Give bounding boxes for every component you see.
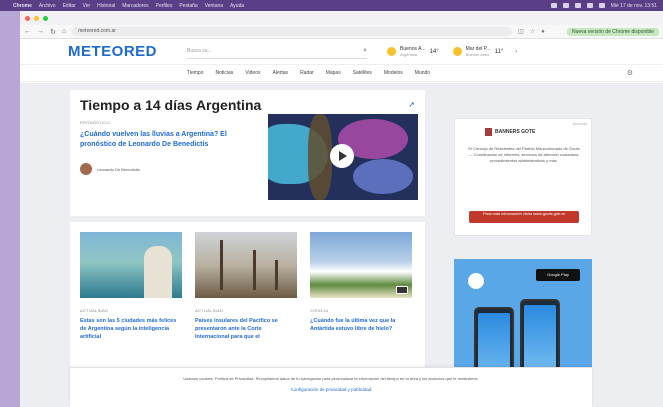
- nav-item[interactable]: Tiempo: [187, 70, 204, 76]
- nav-item[interactable]: Noticias: [216, 70, 234, 76]
- weather-widget-2[interactable]: Mar del P... Buenos Aires 11° ›: [452, 45, 517, 58]
- status-icon[interactable]: [562, 3, 569, 8]
- sun-icon: [452, 47, 462, 56]
- nav-item[interactable]: Mapas: [326, 70, 341, 76]
- search-icon[interactable]: ⌕: [363, 47, 367, 55]
- profile-icon[interactable]: ●: [541, 29, 545, 35]
- news-card[interactable]: ACTUALIDAD Estas son las 5 ciudades más …: [80, 232, 182, 341]
- page-title: Tiempo a 14 días Argentina: [80, 97, 262, 113]
- star-icon[interactable]: ☆: [530, 28, 535, 35]
- feature-card: Tiempo a 14 días Argentina ➚ PRONÓSTICO …: [70, 90, 425, 216]
- menu-item[interactable]: Perfiles: [156, 3, 173, 9]
- menu-item[interactable]: Ver: [83, 3, 91, 9]
- feature-headline-link[interactable]: ¿Cuándo vuelven las lluvias a Argentina?…: [80, 130, 260, 150]
- nav-item[interactable]: Modelos: [384, 70, 403, 76]
- news-image[interactable]: [195, 232, 297, 298]
- chevron-right-icon[interactable]: ›: [515, 49, 517, 55]
- menu-item[interactable]: Ayuda: [230, 3, 244, 9]
- weather-temp: 11°: [494, 48, 504, 55]
- play-icon[interactable]: [330, 144, 354, 168]
- ad-title: BANNERS GOTE: [495, 129, 536, 135]
- news-image[interactable]: [310, 232, 412, 298]
- avatar: [80, 163, 92, 175]
- nav-item[interactable]: Satélites: [353, 70, 372, 76]
- battery-icon[interactable]: [586, 3, 593, 8]
- menu-item[interactable]: Historial: [97, 3, 115, 9]
- sun-icon: [387, 47, 397, 56]
- news-title-link[interactable]: ¿Cuándo fue la última vez que la Antárti…: [310, 317, 412, 333]
- menu-item[interactable]: Editar: [63, 3, 76, 9]
- weather-region: Argentina: [400, 51, 418, 57]
- menu-item[interactable]: Pestaña: [179, 3, 197, 9]
- nav-item[interactable]: Alertas: [273, 70, 289, 76]
- menubar-clock[interactable]: Mié 17 de nov. 13:51: [611, 3, 657, 9]
- weather-temp: 14°: [429, 48, 439, 55]
- extension-icon[interactable]: ◫: [518, 28, 524, 35]
- minimize-window-button[interactable]: [34, 15, 39, 21]
- video-icon: [396, 286, 408, 294]
- weather-widget-1[interactable]: Buenos A... Argentina 14°: [387, 46, 439, 58]
- nav-item[interactable]: Mundo: [415, 70, 430, 76]
- menu-item[interactable]: Marcadores: [122, 3, 148, 9]
- news-title-link[interactable]: Estas son las 5 ciudades más felices de …: [80, 317, 182, 341]
- news-tag: CIENCIA: [310, 308, 329, 313]
- news-image[interactable]: [80, 232, 182, 298]
- site-header: METEORED Busca su... ⌕ Buenos A... Argent…: [20, 39, 663, 65]
- search-icon[interactable]: [598, 3, 605, 8]
- site-search[interactable]: Busca su... ⌕: [187, 45, 368, 59]
- page-content: Tiempo a 14 días Argentina ➚ PRONÓSTICO …: [20, 83, 663, 407]
- nav-item[interactable]: Videos: [245, 70, 260, 76]
- menu-item[interactable]: Ventana: [205, 3, 223, 9]
- author[interactable]: Leonardo De Benedictis: [80, 163, 140, 175]
- news-title-link[interactable]: Países insulares del Pacífico se present…: [195, 317, 297, 341]
- app-logo-icon: [468, 273, 484, 289]
- seal-icon: [485, 128, 492, 136]
- close-window-button[interactable]: [25, 15, 30, 21]
- search-input[interactable]: Busca su...: [187, 48, 212, 54]
- settings-icon[interactable]: ⚙: [627, 69, 633, 77]
- url-field[interactable]: meteored.com.ar: [72, 27, 513, 36]
- home-icon[interactable]: ⌂: [62, 28, 66, 35]
- status-icon[interactable]: [550, 3, 557, 8]
- news-tag: ACTUALIDAD: [195, 308, 224, 313]
- ad-cta-button[interactable]: Para más información visita www.gouts.go…: [469, 211, 579, 223]
- cookie-banner: Usamos cookies. Política de Privacidad. …: [70, 367, 592, 407]
- cookie-text: Usamos cookies. Política de Privacidad. …: [183, 376, 479, 381]
- back-icon[interactable]: ←: [24, 28, 31, 35]
- google-play-badge[interactable]: Google Play: [536, 269, 580, 281]
- tab-strip: [20, 11, 663, 25]
- site-nav: Tiempo Noticias Videos Alertas Radar Map…: [20, 65, 663, 82]
- ad-label: Anuncio: [572, 121, 587, 126]
- menu-item[interactable]: Archivo: [39, 3, 56, 9]
- forward-icon[interactable]: →: [37, 28, 44, 35]
- feature-tag: PRONÓSTICO: [80, 120, 110, 125]
- privacy-settings-link[interactable]: Configuración de privacidad y publicidad: [70, 387, 592, 392]
- macos-menubar: Chrome Archivo Editar Ver Historial Marc…: [0, 0, 663, 11]
- weather-region: Buenos Aires: [465, 51, 490, 57]
- address-bar-row: ← → ↻ ⌂ meteored.com.ar ◫ ☆ ● Nueva vers…: [20, 25, 663, 39]
- news-card[interactable]: CIENCIA ¿Cuándo fue la última vez que la…: [310, 232, 412, 333]
- ad-body: El Concejo de Residentes del Partido Man…: [468, 146, 580, 163]
- wifi-icon[interactable]: [574, 3, 581, 8]
- menu-app-name[interactable]: Chrome: [13, 3, 32, 9]
- update-chrome-button[interactable]: Nueva versión de Chrome disponible: [567, 27, 659, 36]
- news-card[interactable]: ACTUALIDAD Países insulares del Pacífico…: [195, 232, 297, 341]
- share-icon[interactable]: ➚: [408, 100, 415, 109]
- ad-banner-1[interactable]: Anuncio BANNERS GOTE El Concejo de Resid…: [454, 118, 592, 236]
- reload-icon[interactable]: ↻: [50, 28, 56, 36]
- weather-city: Buenos A...: [400, 45, 426, 52]
- nav-item[interactable]: Radar: [300, 70, 314, 76]
- forecast-video-thumbnail[interactable]: [268, 114, 418, 200]
- news-tag: ACTUALIDAD: [80, 308, 109, 313]
- weather-city: Mar del P...: [465, 45, 491, 52]
- author-name: Leonardo De Benedictis: [97, 166, 140, 172]
- zoom-window-button[interactable]: [43, 15, 48, 21]
- site-logo[interactable]: METEORED: [68, 43, 157, 60]
- browser-window: ← → ↻ ⌂ meteored.com.ar ◫ ☆ ● Nueva vers…: [20, 11, 663, 407]
